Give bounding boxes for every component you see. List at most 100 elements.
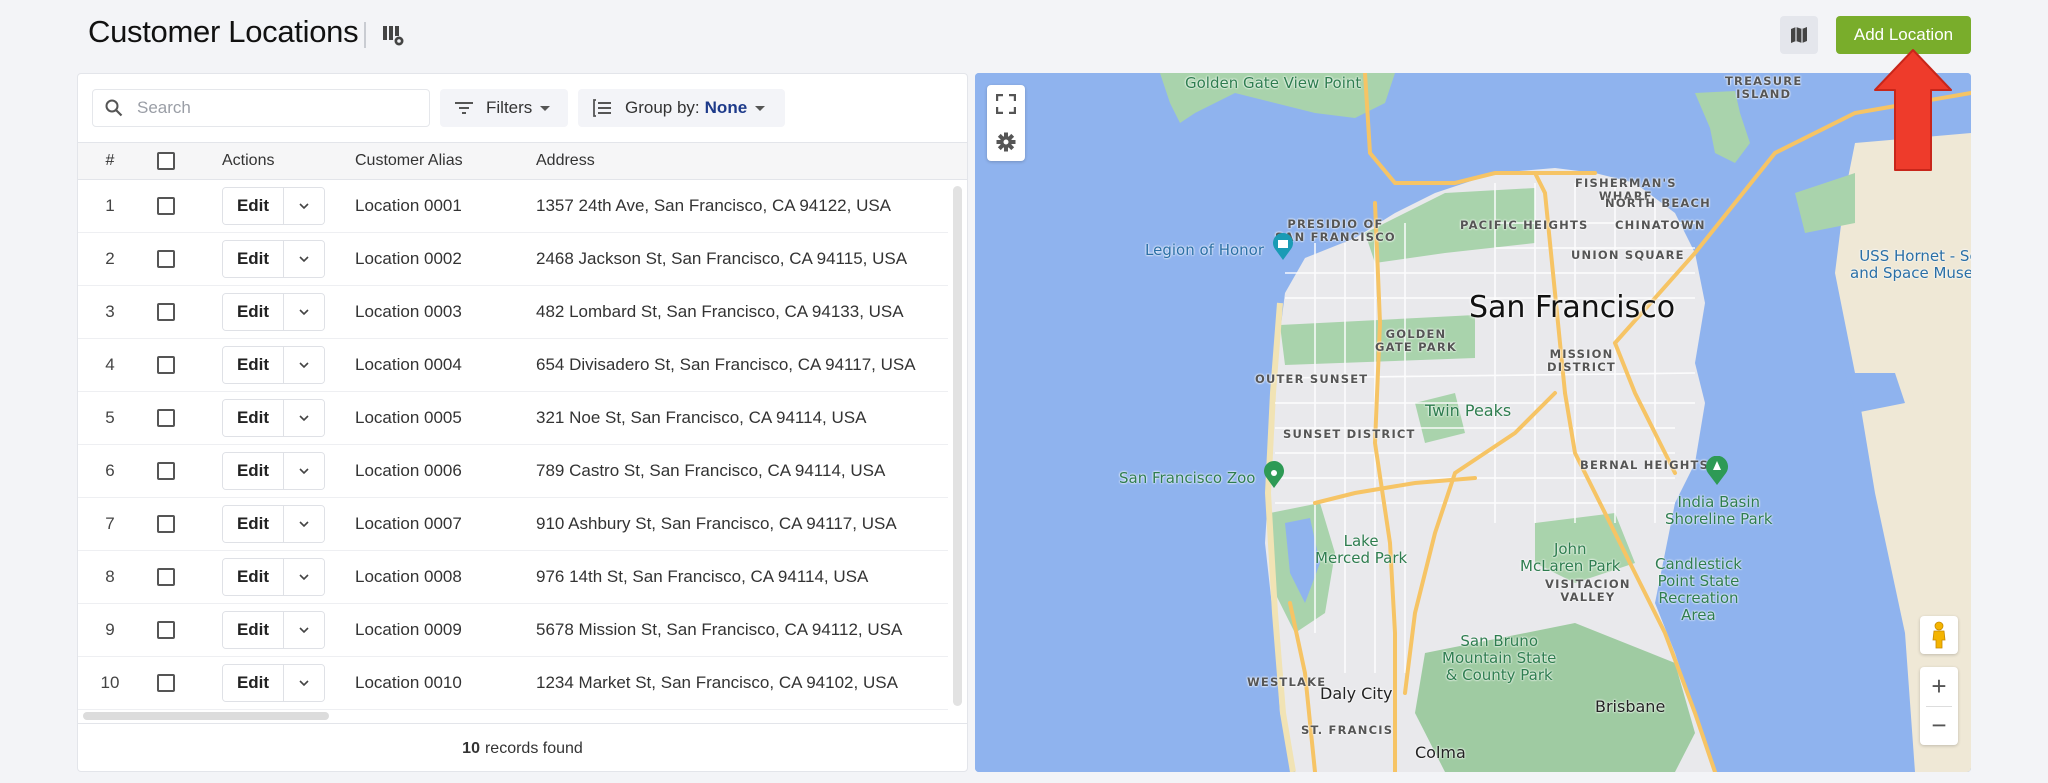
edit-button[interactable]: Edit: [223, 506, 284, 542]
map-label-india-basin[interactable]: India Basin Shoreline Park: [1665, 494, 1773, 528]
zoo-pin-icon[interactable]: [1263, 461, 1285, 489]
table-row[interactable]: 8 Edit Location 0008 976 14th St, San Fr…: [78, 551, 948, 604]
chevron-down-icon: [299, 203, 309, 210]
horizontal-scrollbar[interactable]: [83, 712, 329, 720]
customer-alias-cell: Location 0009: [355, 620, 462, 639]
table-row[interactable]: 4 Edit Location 0004 654 Divisadero St, …: [78, 339, 948, 392]
row-select-cell: [142, 551, 190, 603]
vertical-scrollbar[interactable]: [953, 186, 962, 706]
edit-button-group: Edit: [222, 293, 325, 331]
row-checkbox[interactable]: [157, 250, 175, 268]
edit-button[interactable]: Edit: [223, 188, 284, 224]
edit-button[interactable]: Edit: [223, 294, 284, 330]
edit-button-group: Edit: [222, 664, 325, 702]
table-row[interactable]: 3 Edit Location 0003 482 Lombard St, San…: [78, 286, 948, 339]
row-actions-dropdown-button[interactable]: [284, 347, 324, 383]
map-label-chinatown: CHINATOWN: [1615, 218, 1706, 232]
column-header-actions: Actions: [222, 152, 275, 169]
address-cell: 321 Noe St, San Francisco, CA 94114, USA: [536, 408, 867, 427]
row-actions-dropdown-button[interactable]: [284, 294, 324, 330]
map-label-golden-gate-view-point[interactable]: Golden Gate View Point: [1185, 74, 1361, 92]
edit-button[interactable]: Edit: [223, 612, 284, 648]
map-label-san-bruno[interactable]: San Bruno Mountain State & County Park: [1442, 633, 1556, 684]
map-label-brisbane: Brisbane: [1595, 697, 1666, 716]
zoom-control: + −: [1920, 667, 1958, 745]
map-label-twin-peaks[interactable]: Twin Peaks: [1425, 401, 1511, 420]
zoom-in-button[interactable]: +: [1920, 667, 1958, 706]
row-actions-dropdown-button[interactable]: [284, 559, 324, 595]
edit-button[interactable]: Edit: [223, 347, 284, 383]
edit-button-group: Edit: [222, 399, 325, 437]
table-row[interactable]: 5 Edit Location 0005 321 Noe St, San Fra…: [78, 392, 948, 445]
map-label-legion-of-honor[interactable]: Legion of Honor: [1145, 241, 1264, 259]
table-row[interactable]: 7 Edit Location 0007 910 Ashbury St, San…: [78, 498, 948, 551]
row-actions-dropdown-button[interactable]: [284, 241, 324, 277]
edit-button[interactable]: Edit: [223, 400, 284, 436]
row-actions: Edit: [222, 392, 325, 444]
row-checkbox[interactable]: [157, 462, 175, 480]
museum-pin-icon[interactable]: [1272, 233, 1294, 261]
row-checkbox[interactable]: [157, 409, 175, 427]
address-cell: 976 14th St, San Francisco, CA 94114, US…: [536, 567, 869, 586]
map-label-union-square: UNION SQUARE: [1571, 248, 1685, 262]
search-input[interactable]: [137, 98, 417, 118]
record-count-label: records found: [484, 739, 583, 757]
column-settings-icon[interactable]: [382, 24, 406, 48]
row-actions-dropdown-button[interactable]: [284, 665, 324, 701]
column-header-number[interactable]: #: [78, 143, 142, 179]
select-all-checkbox[interactable]: [157, 152, 175, 170]
map-label-candlestick[interactable]: Candlestick Point State Recreation Area: [1655, 556, 1742, 624]
map-label-john-mclaren[interactable]: John McLaren Park: [1520, 541, 1621, 575]
row-select-cell: [142, 392, 190, 444]
customer-alias-cell: Location 0003: [355, 302, 462, 321]
row-actions-dropdown-button[interactable]: [284, 453, 324, 489]
map-view[interactable]: Golden Gate View Point TREASURE ISLAND F…: [975, 73, 1971, 772]
map-settings-button[interactable]: [996, 132, 1016, 152]
table-row[interactable]: 2 Edit Location 0002 2468 Jackson St, Sa…: [78, 233, 948, 286]
edit-button[interactable]: Edit: [223, 665, 284, 701]
edit-button[interactable]: Edit: [223, 559, 284, 595]
row-checkbox[interactable]: [157, 303, 175, 321]
table-row[interactable]: 9 Edit Location 0009 5678 Mission St, Sa…: [78, 604, 948, 657]
edit-button[interactable]: Edit: [223, 241, 284, 277]
row-actions-dropdown-button[interactable]: [284, 188, 324, 224]
search-box[interactable]: [92, 89, 430, 127]
row-select-cell: [142, 445, 190, 497]
row-actions-dropdown-button[interactable]: [284, 400, 324, 436]
column-header-address[interactable]: Address: [536, 143, 595, 179]
map-label-uss-hornet[interactable]: USS Hornet - Sea and Space Museum: [1850, 248, 1971, 282]
page-header: Customer Locations Add Location: [0, 0, 2048, 72]
row-actions: Edit: [222, 180, 325, 232]
row-checkbox[interactable]: [157, 197, 175, 215]
fullscreen-button[interactable]: [996, 94, 1016, 114]
group-by-button[interactable]: Group by: None: [578, 89, 785, 127]
map-label-lake-merced[interactable]: Lake Merced Park: [1315, 533, 1407, 567]
table-row[interactable]: 6 Edit Location 0006 789 Castro St, San …: [78, 445, 948, 498]
row-actions-dropdown-button[interactable]: [284, 506, 324, 542]
map-label-sf-zoo[interactable]: San Francisco Zoo: [1119, 469, 1255, 487]
edit-button[interactable]: Edit: [223, 453, 284, 489]
zoom-out-button[interactable]: −: [1920, 706, 1958, 745]
row-checkbox[interactable]: [157, 674, 175, 692]
row-checkbox[interactable]: [157, 356, 175, 374]
customer-alias-cell: Location 0006: [355, 461, 462, 480]
street-view-button[interactable]: [1920, 616, 1958, 654]
map-toggle-button[interactable]: [1780, 16, 1818, 54]
pegman-icon: [1932, 621, 1946, 649]
park-pin-icon[interactable]: [1705, 456, 1729, 486]
group-list-icon: [593, 99, 611, 117]
customer-alias-cell: Location 0010: [355, 673, 462, 692]
row-select-cell: [142, 233, 190, 285]
filters-button[interactable]: Filters: [440, 89, 568, 127]
row-actions-dropdown-button[interactable]: [284, 612, 324, 648]
row-checkbox[interactable]: [157, 515, 175, 533]
chevron-down-icon: [299, 680, 309, 687]
customer-alias-cell: Location 0004: [355, 355, 462, 374]
group-by-value: None: [704, 98, 748, 117]
row-checkbox[interactable]: [157, 621, 175, 639]
column-header-customer-alias[interactable]: Customer Alias: [355, 143, 463, 179]
customer-alias-cell: Location 0007: [355, 514, 462, 533]
table-row[interactable]: 1 Edit Location 0001 1357 24th Ave, San …: [78, 180, 948, 233]
row-checkbox[interactable]: [157, 568, 175, 586]
table-row[interactable]: 10 Edit Location 0010 1234 Market St, Sa…: [78, 657, 948, 710]
